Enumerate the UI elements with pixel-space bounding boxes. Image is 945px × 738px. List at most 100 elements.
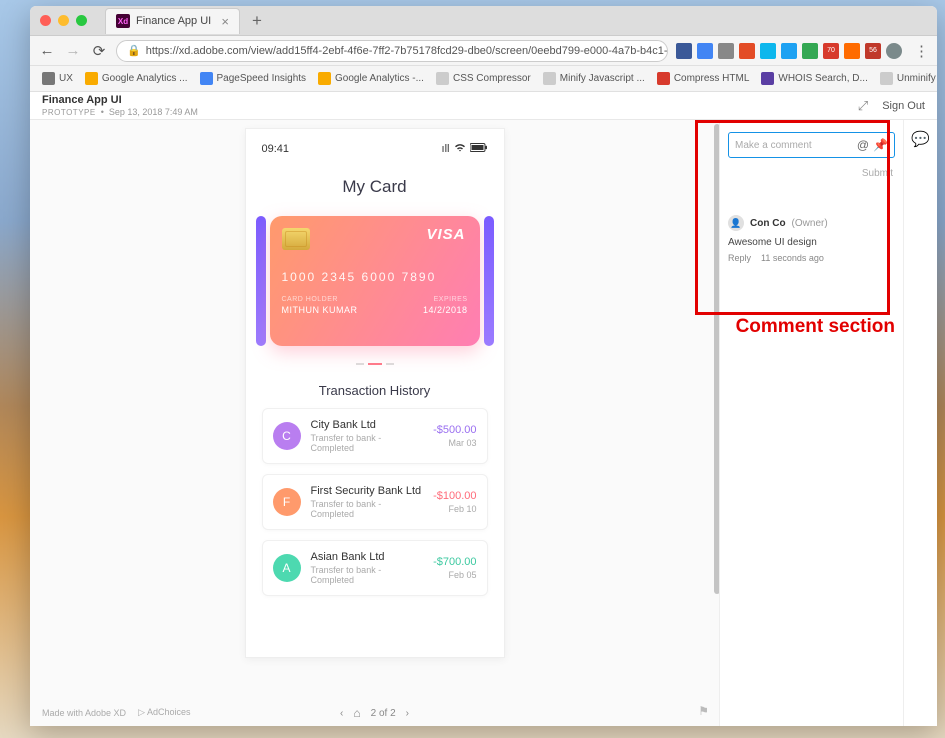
bookmark-item[interactable]: WHOIS Search, D...: [757, 72, 871, 85]
mention-icon[interactable]: @: [857, 138, 869, 152]
bookmark-item[interactable]: Compress HTML: [653, 72, 754, 85]
pager-next[interactable]: ›: [406, 708, 409, 719]
adchoices-link[interactable]: ▷ AdChoices: [138, 707, 190, 718]
transaction-date: Mar 03: [433, 438, 476, 448]
transaction-row[interactable]: F First Security Bank Ltd Transfer to ba…: [262, 474, 488, 530]
transaction-amount: -$700.00: [433, 556, 476, 568]
extension-icon[interactable]: [844, 43, 860, 59]
transaction-list: C City Bank Ltd Transfer to bank - Compl…: [262, 408, 488, 596]
extension-icon[interactable]: 70: [823, 43, 839, 59]
transaction-name: Asian Bank Ltd: [311, 551, 424, 563]
bookmark-item[interactable]: PageSpeed Insights: [196, 72, 311, 85]
browser-menu-button[interactable]: ⋮: [914, 42, 929, 60]
extension-icon[interactable]: [802, 43, 818, 59]
signal-icon: ıll: [442, 143, 450, 155]
extension-icon[interactable]: [676, 43, 692, 59]
browser-tab[interactable]: Xd Finance App UI ×: [105, 8, 240, 34]
comment-panel: Make a comment @ 📌 Submit 👤 Con Co (Owne…: [719, 120, 903, 726]
bookmark-item[interactable]: CSS Compressor: [432, 72, 535, 85]
tab-title: Finance App UI: [136, 15, 211, 27]
fullscreen-icon[interactable]: ⤢: [858, 98, 868, 114]
bookmarks-bar: UX Google Analytics ... PageSpeed Insigh…: [30, 66, 937, 92]
ga-icon: [318, 72, 331, 85]
bookmark-item[interactable]: Google Analytics ...: [81, 72, 192, 85]
transaction-row[interactable]: C City Bank Ltd Transfer to bank - Compl…: [262, 408, 488, 464]
extension-icon[interactable]: [739, 43, 755, 59]
extension-icon[interactable]: [781, 43, 797, 59]
transaction-date: Feb 10: [433, 504, 476, 514]
pager-home-icon[interactable]: ⌂: [353, 706, 360, 720]
flag-icon[interactable]: ⚑: [698, 704, 709, 718]
bookmark-item[interactable]: UX: [38, 72, 77, 85]
forward-button[interactable]: →: [64, 42, 82, 59]
prototype-title: Finance App UI: [42, 94, 198, 106]
lock-icon: 🔒: [127, 44, 141, 57]
extension-icon[interactable]: 56: [865, 43, 881, 59]
xd-body: 09:41 ıll My Card VISA 1000 2345 6000 78…: [30, 120, 937, 726]
comment-input[interactable]: Make a comment @ 📌: [728, 132, 895, 158]
compress-icon: [657, 72, 670, 85]
transaction-avatar: A: [273, 554, 301, 582]
prototype-label: PROTOTYPE: [42, 108, 96, 117]
maximize-window-button[interactable]: [76, 15, 87, 26]
comments-toggle-icon[interactable]: 💬: [911, 130, 930, 148]
bookmark-item[interactable]: Unminify JS, CSS ...: [876, 72, 937, 85]
screen-pager: ‹ ⌂ 2 of 2 ›: [340, 706, 409, 720]
card-brand: VISA: [426, 226, 465, 243]
expires-value: 14/2/2018: [423, 305, 468, 315]
extension-icon[interactable]: [697, 43, 713, 59]
transaction-amount: -$100.00: [433, 490, 476, 502]
transaction-desc: Transfer to bank - Completed: [311, 499, 424, 519]
battery-icon: [470, 143, 488, 155]
commenter-role: (Owner): [792, 218, 828, 229]
phone-statusbar: 09:41 ıll: [262, 143, 488, 155]
transaction-name: First Security Bank Ltd: [311, 485, 424, 497]
expires-label: EXPIRES: [423, 296, 468, 303]
pager-label: 2 of 2: [371, 708, 396, 719]
sign-out-link[interactable]: Sign Out: [882, 100, 925, 112]
address-bar: ← → ⟳ 🔒 https://xd.adobe.com/view/add15f…: [30, 36, 937, 66]
commenter-name: Con Co: [750, 218, 786, 229]
transaction-name: City Bank Ltd: [311, 419, 424, 431]
extension-icons: 70 56: [676, 43, 902, 59]
screen-title: My Card: [262, 177, 488, 197]
profile-avatar-icon[interactable]: [886, 43, 902, 59]
transaction-amount: -$500.00: [433, 424, 476, 436]
minimize-window-button[interactable]: [58, 15, 69, 26]
window-titlebar: Xd Finance App UI × +: [30, 6, 937, 36]
comment-time: 11 seconds ago: [761, 253, 824, 263]
back-button[interactable]: ←: [38, 42, 56, 59]
wifi-icon: [454, 143, 466, 155]
commenter-avatar-icon: 👤: [728, 215, 744, 231]
page-icon: [880, 72, 893, 85]
prev-card-peek: [256, 216, 266, 346]
extension-icon[interactable]: [718, 43, 734, 59]
canvas-area: 09:41 ıll My Card VISA 1000 2345 6000 78…: [30, 120, 719, 726]
xd-header: Finance App UI PROTOTYPE • Sep 13, 2018 …: [30, 92, 937, 120]
close-tab-icon[interactable]: ×: [221, 14, 229, 29]
submit-button[interactable]: Submit: [728, 168, 893, 179]
credit-card: VISA 1000 2345 6000 7890 CARD HOLDER MIT…: [270, 216, 480, 346]
holder-name: MITHUN KUMAR: [282, 305, 358, 315]
ga-icon: [85, 72, 98, 85]
whois-icon: [761, 72, 774, 85]
reply-link[interactable]: Reply: [728, 253, 751, 263]
reload-button[interactable]: ⟳: [90, 42, 108, 60]
extension-icon[interactable]: [760, 43, 776, 59]
next-card-peek: [484, 216, 494, 346]
transactions-title: Transaction History: [262, 383, 488, 398]
bookmark-item[interactable]: Google Analytics -...: [314, 72, 428, 85]
folder-icon: [42, 72, 55, 85]
annotation-label: Comment section: [736, 316, 895, 338]
card-carousel[interactable]: VISA 1000 2345 6000 7890 CARD HOLDER MIT…: [262, 211, 488, 351]
url-field[interactable]: 🔒 https://xd.adobe.com/view/add15ff4-2eb…: [116, 40, 668, 62]
made-with-label[interactable]: Made with Adobe XD: [42, 708, 126, 718]
holder-label: CARD HOLDER: [282, 296, 358, 303]
new-tab-button[interactable]: +: [246, 10, 268, 32]
transaction-row[interactable]: A Asian Bank Ltd Transfer to bank - Comp…: [262, 540, 488, 596]
comment-placeholder: Make a comment: [735, 140, 853, 151]
pin-icon[interactable]: 📌: [873, 138, 888, 152]
bookmark-item[interactable]: Minify Javascript ...: [539, 72, 649, 85]
pager-prev[interactable]: ‹: [340, 708, 343, 719]
close-window-button[interactable]: [40, 15, 51, 26]
